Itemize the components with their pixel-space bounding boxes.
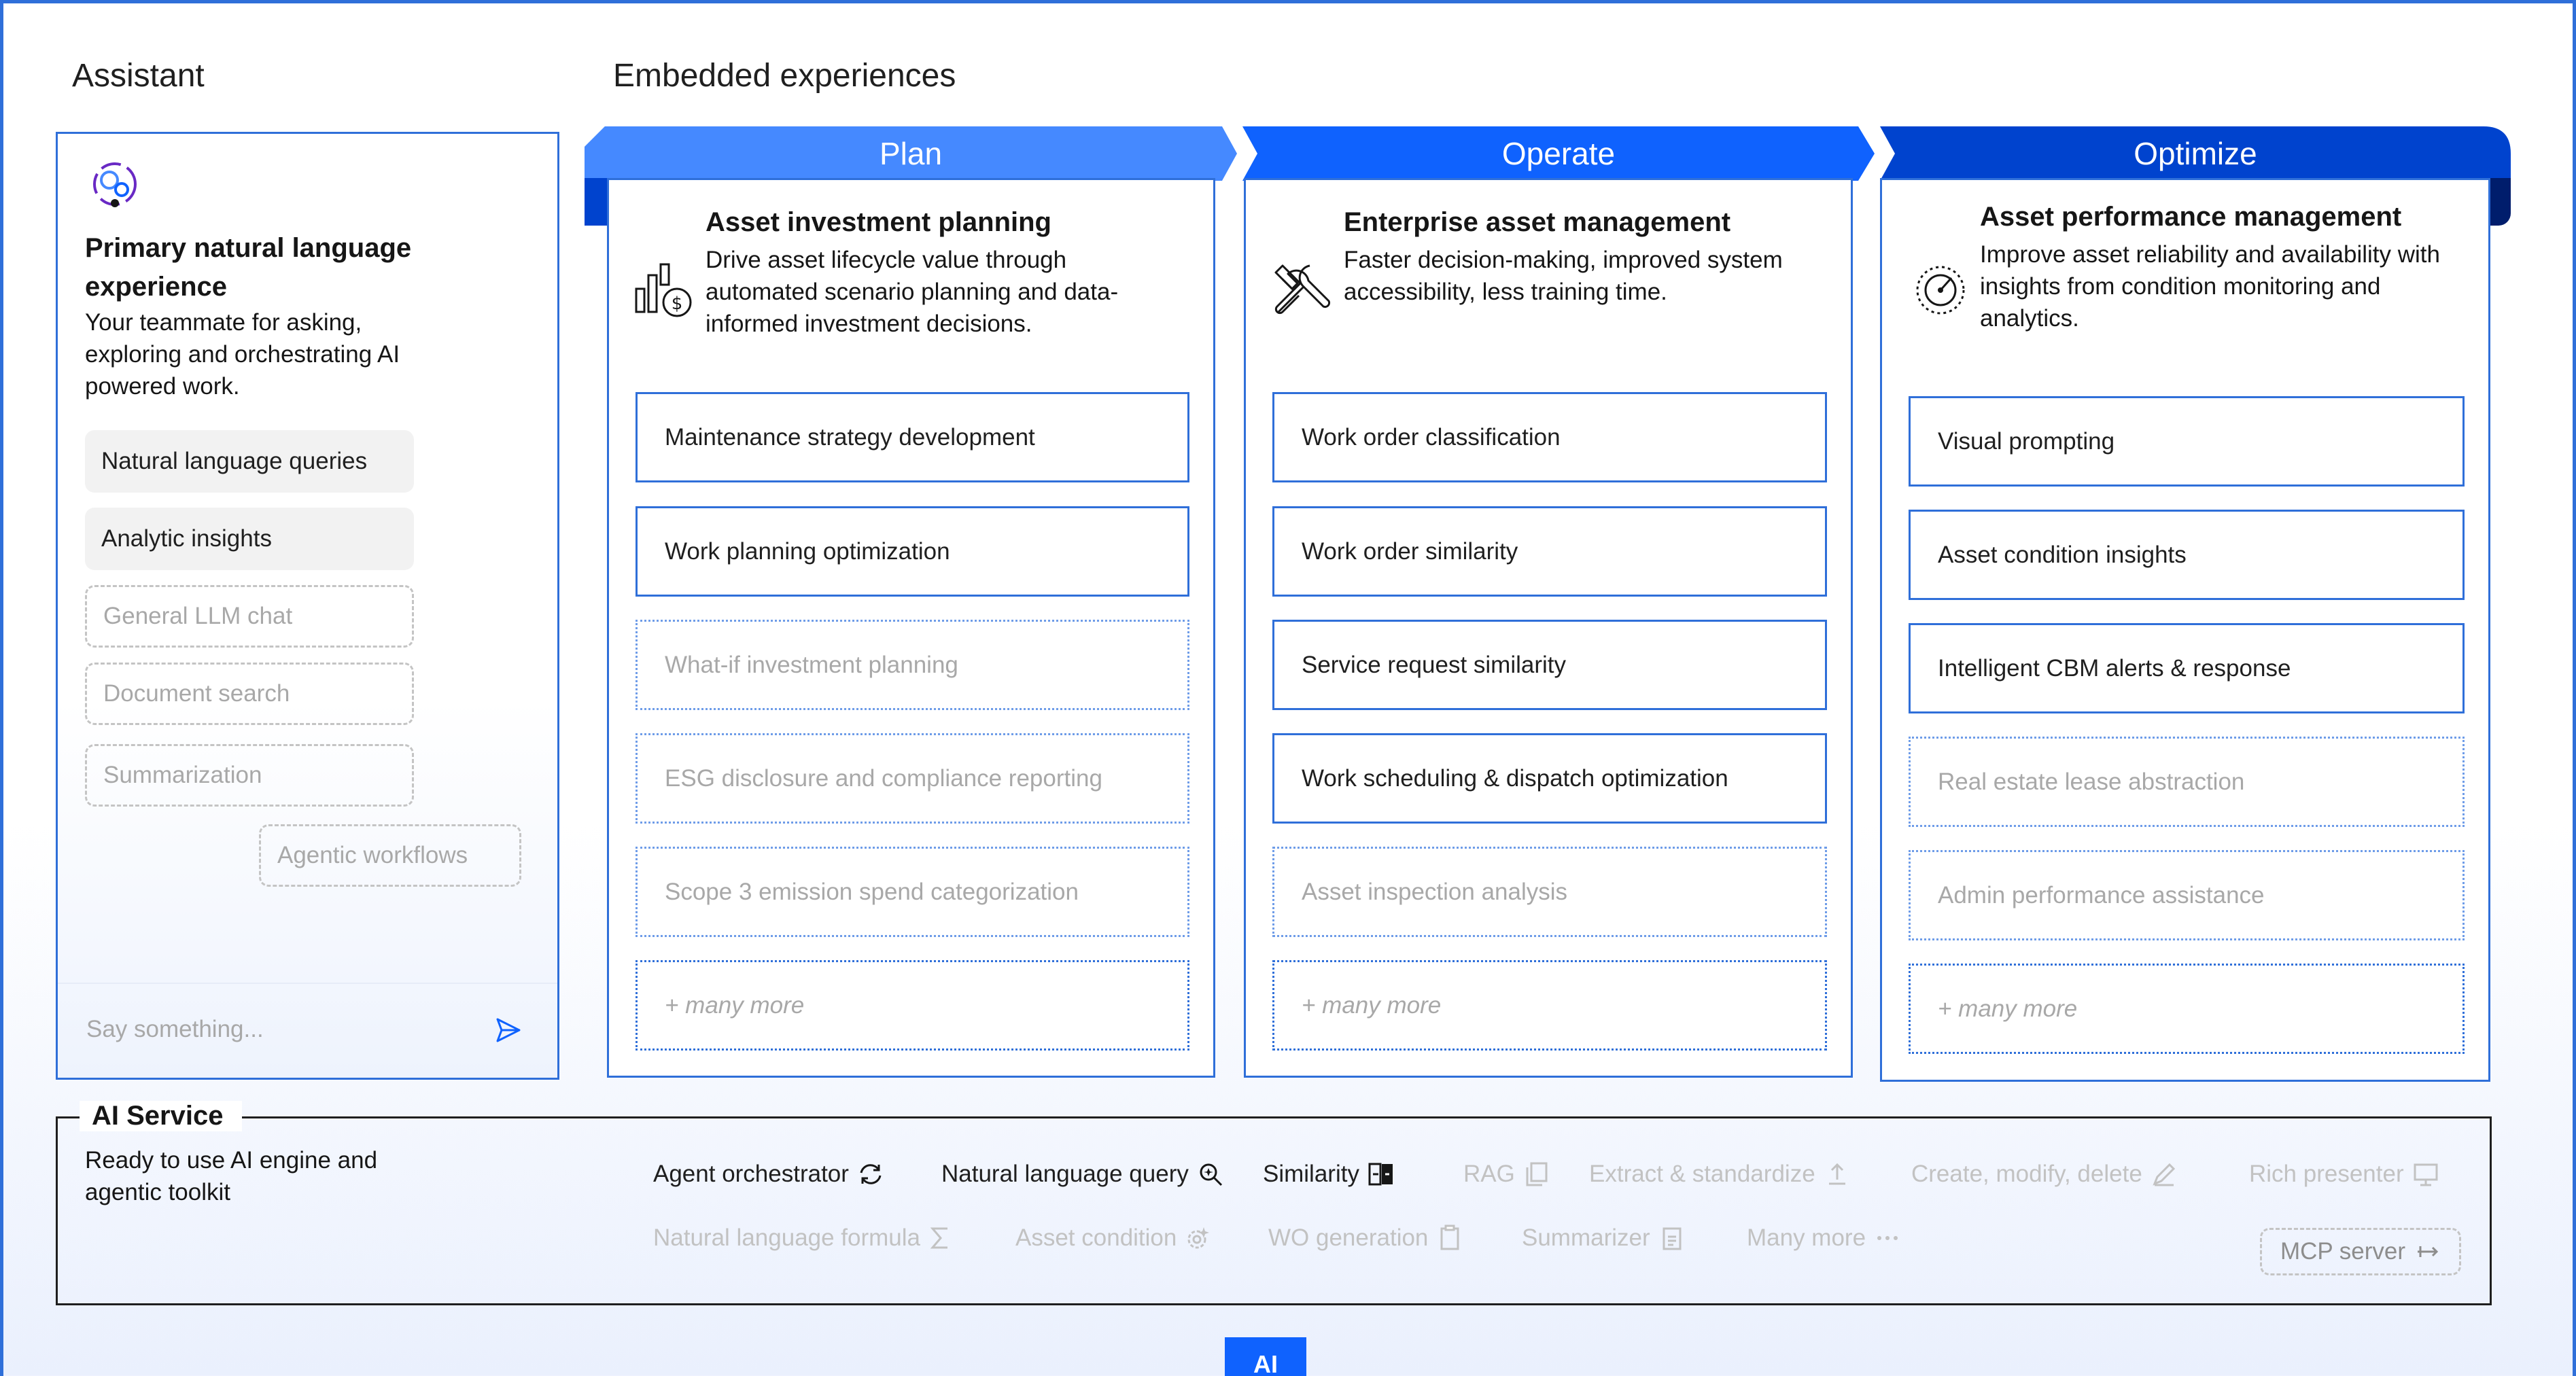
copy-document-icon (1526, 1162, 1548, 1186)
chat-input-placeholder[interactable]: Say something... (86, 1016, 264, 1043)
tool-similarity-label: Similarity (1263, 1161, 1359, 1187)
search-sparkle-icon (1200, 1163, 1222, 1186)
optimize-title: Asset performance management (1980, 202, 2402, 232)
plan-tab-fold (585, 178, 608, 226)
plan-description: Drive asset lifecycle value through auto… (706, 247, 1119, 337)
send-icon[interactable] (495, 1017, 522, 1044)
ai-service-description: Ready to use AI engine and agentic toolk… (85, 1147, 378, 1205)
tool-wo-generation-label: WO generation (1268, 1224, 1429, 1251)
chip-document-search[interactable]: Document search (85, 663, 414, 725)
column-operate: Enterprise asset management Faster decis… (1244, 178, 1853, 1078)
upload-icon (1828, 1163, 1845, 1185)
sigma-icon (930, 1227, 948, 1249)
optimize-description: Improve asset reliability and availabili… (1980, 241, 2440, 332)
gauge-icon (1916, 266, 1965, 315)
operate-item-5[interactable]: Asset inspection analysis (1272, 847, 1827, 937)
tool-nlf-label: Natural language formula (653, 1224, 921, 1251)
plan-item-3[interactable]: What-if investment planning (636, 620, 1189, 710)
assistant-description: Your teammate for asking, exploring and … (85, 309, 400, 400)
operate-description: Faster decision-making, improved system … (1344, 247, 1783, 305)
ai-service-panel: AI Service Ready to use AI engine and ag… (56, 1101, 2492, 1305)
header-operate: Operate (1242, 126, 1875, 181)
tool-rag[interactable]: RAG (1463, 1161, 1550, 1188)
tool-natural-language-query[interactable]: Natural language query (941, 1161, 1224, 1188)
assistant-title: Primary natural language experience (85, 233, 412, 302)
chip-analytic-insights[interactable]: Analytic insights (85, 508, 414, 570)
plan-item-4[interactable]: ESG disclosure and compliance reporting (636, 733, 1189, 824)
operate-item-4[interactable]: Work scheduling & dispatch optimization (1272, 733, 1827, 824)
tool-agent-orchestrator[interactable]: Agent orchestrator (653, 1161, 884, 1188)
clipboard-icon (1440, 1224, 1459, 1250)
tool-summarizer-label: Summarizer (1522, 1224, 1650, 1251)
tool-nlq-label: Natural language query (941, 1161, 1189, 1187)
column-optimize: Asset performance management Improve ass… (1880, 178, 2490, 1082)
header-optimize-label: Optimize (2134, 136, 2257, 171)
chip-general-llm-chat[interactable]: General LLM chat (85, 585, 414, 648)
tool-many-more-label: Many more (1747, 1224, 1866, 1251)
mcp-server-label: MCP server (2280, 1238, 2406, 1265)
ellipsis-icon (1877, 1236, 1898, 1240)
plan-title: Asset investment planning (706, 207, 1051, 237)
ai-bottom-tab[interactable]: AI (1225, 1337, 1306, 1376)
operate-item-1[interactable]: Work order classification (1272, 392, 1827, 482)
header-operate-label: Operate (1501, 136, 1616, 171)
header-plan-label: Plan (879, 136, 943, 171)
optimize-item-5[interactable]: Admin performance assistance (1909, 850, 2465, 940)
svg-text:$: $ (672, 294, 683, 314)
operate-item-3[interactable]: Service request similarity (1272, 620, 1827, 710)
tools-icon (1274, 264, 1331, 315)
chart-dollar-icon: $ (635, 263, 692, 317)
plan-item-1[interactable]: Maintenance strategy development (636, 392, 1189, 482)
tool-wo-generation[interactable]: WO generation (1268, 1224, 1463, 1252)
connector-icon (2418, 1246, 2439, 1257)
tool-rag-label: RAG (1463, 1161, 1515, 1187)
optimize-item-3[interactable]: Intelligent CBM alerts & response (1909, 623, 2465, 713)
tool-rich-presenter-label: Rich presenter (2249, 1161, 2404, 1187)
assistant-section-label: Assistant (72, 58, 205, 94)
tool-cmd-label: Create, modify, delete (1911, 1161, 2142, 1187)
tool-many-more[interactable]: Many more (1747, 1224, 1901, 1252)
header-optimize: Optimize (1880, 126, 2511, 181)
tool-asset-condition-label: Asset condition (1015, 1224, 1177, 1251)
plan-item-more[interactable]: + many more (636, 960, 1189, 1051)
presentation-icon (2414, 1163, 2438, 1186)
optimize-item-more[interactable]: + many more (1909, 964, 2465, 1054)
optimize-item-1[interactable]: Visual prompting (1909, 396, 2465, 487)
tool-create-modify-delete[interactable]: Create, modify, delete (1911, 1161, 2178, 1188)
tool-rich-presenter[interactable]: Rich presenter (2249, 1161, 2439, 1188)
tool-extract-label: Extract & standardize (1589, 1161, 1815, 1187)
tool-agent-orchestrator-label: Agent orchestrator (653, 1161, 849, 1187)
header-plan: Plan (585, 126, 1237, 181)
optimize-tab-fold (2488, 178, 2511, 226)
condition-gear-icon (1187, 1227, 1210, 1249)
clipboard-list-icon (1663, 1227, 1682, 1250)
chip-natural-language-queries[interactable]: Natural language queries (85, 430, 414, 493)
ai-service-title: AI Service (80, 1101, 243, 1131)
assistant-orbit-icon (93, 162, 137, 207)
operate-item-2[interactable]: Work order similarity (1272, 506, 1827, 597)
tool-natural-language-formula[interactable]: Natural language formula (653, 1224, 956, 1252)
tool-summarizer[interactable]: Summarizer (1522, 1224, 1686, 1252)
chip-agentic-workflows[interactable]: Agentic workflows (259, 824, 521, 887)
refresh-cycle-icon (860, 1164, 882, 1184)
tool-extract-standardize[interactable]: Extract & standardize (1589, 1161, 1851, 1188)
compare-icon (1368, 1163, 1393, 1186)
operate-item-more[interactable]: + many more (1272, 960, 1827, 1051)
column-plan: $ Asset investment planning Drive asset … (607, 178, 1215, 1078)
operate-title: Enterprise asset management (1344, 207, 1731, 237)
tool-asset-condition[interactable]: Asset condition (1015, 1224, 1212, 1252)
plan-item-5[interactable]: Scope 3 emission spend categorization (636, 847, 1189, 937)
assistant-panel: Primary natural language experience Your… (56, 132, 559, 1080)
chat-input-bar[interactable]: Say something... (58, 983, 557, 1078)
optimize-item-4[interactable]: Real estate lease abstraction (1909, 737, 2465, 827)
embedded-section-label: Embedded experiences (613, 58, 956, 94)
chip-summarization[interactable]: Summarization (85, 744, 414, 807)
optimize-item-2[interactable]: Asset condition insights (1909, 510, 2465, 600)
plan-item-2[interactable]: Work planning optimization (636, 506, 1189, 597)
tool-similarity[interactable]: Similarity (1263, 1161, 1395, 1188)
edit-pencil-icon (2153, 1163, 2175, 1186)
mcp-server-button[interactable]: MCP server (2260, 1228, 2461, 1275)
